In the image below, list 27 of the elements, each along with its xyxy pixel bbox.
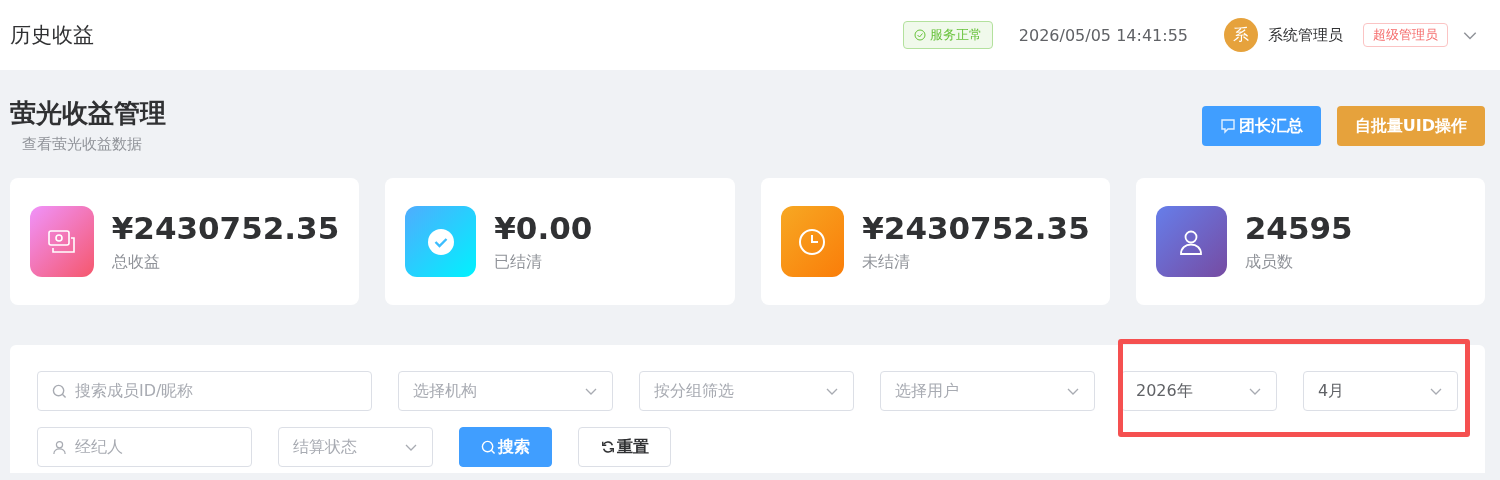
stat-value: ¥0.00 [494, 210, 593, 246]
action-button[interactable]: 团长汇总 [1201, 106, 1321, 146]
select-field[interactable]: 结算状态 [278, 427, 433, 467]
select-field[interactable]: 选择机构 [397, 371, 614, 411]
stat-value: ¥2430752.35 [862, 210, 1090, 246]
section-title: 萤光收益管理 [10, 97, 166, 130]
search-button[interactable]: 搜索 [459, 427, 552, 467]
page-heading: 历史收益 [10, 22, 95, 49]
input-field[interactable]: 经纪人 [37, 427, 252, 467]
select-field[interactable]: 4月 [1303, 371, 1458, 411]
reset-button[interactable]: 重置 [578, 427, 671, 467]
section-subtitle: 查看萤光收益数据 [22, 135, 143, 154]
user-name: 系统管理员 [1268, 25, 1343, 45]
stat-label: 已结清 [494, 252, 544, 273]
role-tag: 超级管理员 [1363, 23, 1448, 47]
stat-value: 24595 [1244, 210, 1353, 246]
stat-label: 未结清 [862, 252, 912, 273]
status-text: 服务正常 [929, 26, 982, 44]
stat-label: 总收益 [111, 252, 161, 273]
action-button[interactable]: 自批量UID操作 [1336, 106, 1485, 146]
stat-value: ¥2430752.35 [111, 210, 340, 246]
input-field[interactable]: 搜索成员ID/昵称 [37, 371, 372, 411]
datetime: 2026/05/05 14:41:55 [1018, 25, 1188, 45]
select-field[interactable]: 按分组筛选 [639, 371, 855, 411]
user-avatar[interactable]: 系 [1224, 18, 1258, 52]
stat-label: 成员数 [1244, 252, 1294, 273]
select-field[interactable]: 选择用户 [880, 371, 1095, 411]
